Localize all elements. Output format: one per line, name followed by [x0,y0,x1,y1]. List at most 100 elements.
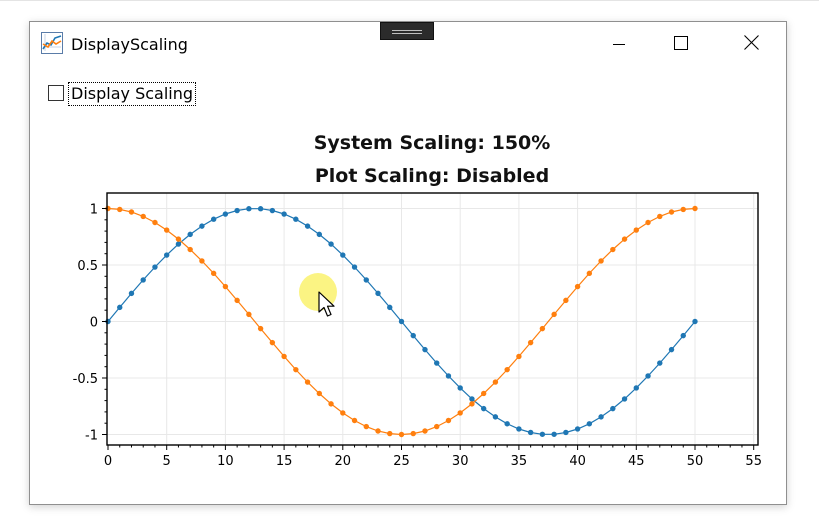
data-point [633,385,639,391]
data-point [445,417,452,424]
data-point [469,401,475,407]
data-point [117,304,123,311]
data-point [633,227,639,233]
scatter-plot[interactable]: System Scaling: 150% Plot Scaling: Disabl… [0,0,819,528]
data-point [375,290,381,297]
data-point [598,414,604,420]
data-point [645,373,651,379]
data-point [269,339,276,346]
data-point [445,373,452,379]
data-point [657,360,663,366]
data-point [516,426,522,432]
data-point [692,318,698,325]
y-tick-label: 1 [90,203,98,218]
data-point [422,346,428,353]
data-point [316,390,323,397]
data-point [328,401,334,407]
data-point [363,277,369,283]
data-point [680,332,686,339]
chart-title-group: System Scaling: 150% Plot Scaling: Disabl… [314,132,551,187]
data-point [257,206,264,212]
data-point [469,396,475,402]
y-tick-label: 0 [90,316,98,331]
data-point [187,231,193,238]
data-point [140,213,146,220]
x-tick-label: 10 [217,454,234,469]
data-point [117,206,123,213]
mouse-pointer-icon [318,291,338,323]
data-point [398,318,405,325]
data-point [563,429,569,436]
data-point [504,366,510,373]
data-point [222,211,229,217]
data-point [246,311,252,318]
data-point [340,252,346,258]
data-point [527,339,534,346]
data-point [410,332,416,339]
chart-title-line: System Scaling: 150% [314,132,551,154]
x-tick-label: 35 [511,454,528,469]
data-point [363,423,369,430]
x-tick-label: 55 [745,454,762,469]
data-point [164,252,170,258]
data-point [187,246,193,253]
data-point [645,219,651,226]
grid-layer [107,193,758,445]
data-point [668,209,675,215]
data-point [152,219,158,226]
data-point [492,414,499,420]
data-point [281,211,287,217]
data-point [351,264,358,270]
x-tick-label: 50 [687,454,704,469]
data-point [539,325,546,332]
data-point [410,430,416,437]
data-point [516,353,522,360]
data-point [210,216,217,222]
data-point [128,290,135,297]
data-point [586,270,593,277]
data-point [269,207,276,214]
data-point [610,405,616,412]
data-point [257,325,264,332]
data-point [480,390,487,397]
data-point [457,385,463,391]
data-point [164,227,170,233]
data-point [328,241,334,247]
x-tick-label: 0 [104,454,112,469]
data-point [199,223,205,229]
data-point [293,216,299,222]
data-point [551,311,557,318]
data-point [281,353,287,360]
x-tick-label: 30 [452,454,469,469]
data-point [234,297,240,304]
data-point [668,346,675,353]
data-point [586,421,593,427]
data-point [680,206,686,213]
data-point [128,209,135,215]
x-tick-label: 45 [628,454,645,469]
data-point [504,421,510,427]
chart-title-line: Plot Scaling: Disabled [315,165,549,187]
data-point [246,206,252,212]
data-point [375,428,381,434]
data-point [551,431,557,437]
x-tick-label: 5 [163,454,171,469]
data-point [152,264,158,270]
data-point [351,417,358,424]
y-tick-label: -1 [85,429,98,444]
plot-frame [106,192,759,446]
data-point [598,258,604,264]
data-point [492,379,499,385]
data-point [222,283,229,290]
y-tick-label: 0.5 [77,259,98,274]
data-point [621,236,628,242]
data-point [175,241,182,247]
data-point [434,360,440,366]
data-point [574,283,581,290]
axis-layer: 0 5 10 15 20 25 30 35 40 45 50 55 1 0.5 0 -0.5 -1 [73,203,762,470]
data-point [293,366,299,373]
data-point [457,410,463,416]
data-point [621,396,628,402]
data-point [563,297,569,304]
data-point [387,304,393,311]
